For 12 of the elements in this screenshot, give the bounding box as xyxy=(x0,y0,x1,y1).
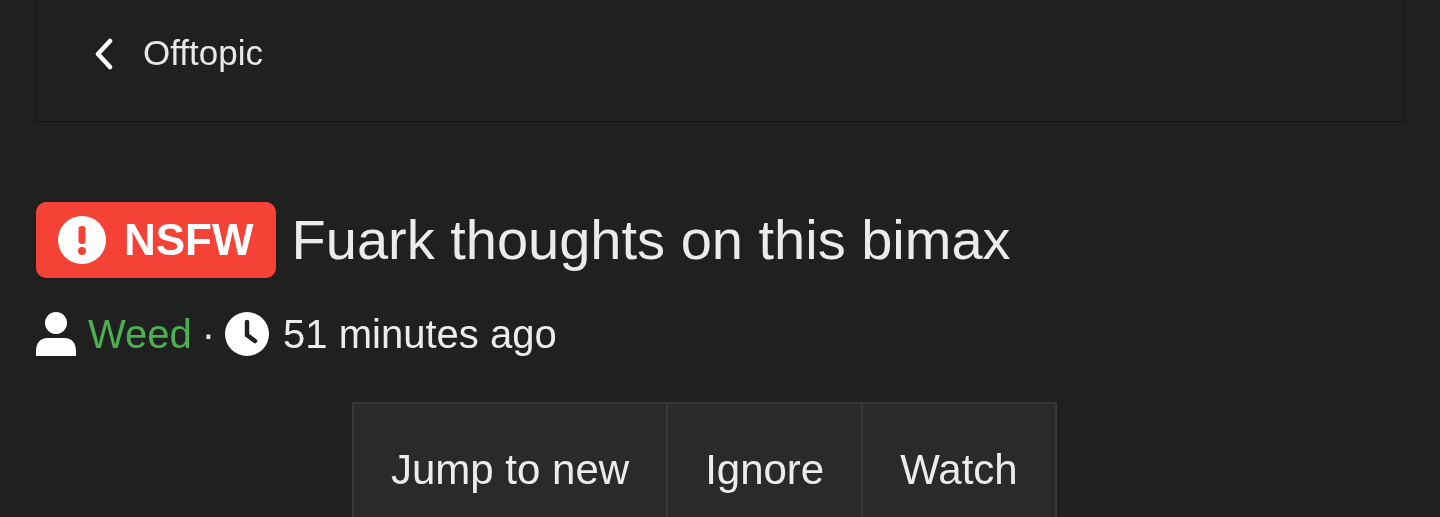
author-link[interactable]: Weed xyxy=(88,304,192,364)
exclamation-icon xyxy=(58,216,106,264)
back-link[interactable]: Offtopic xyxy=(93,27,263,80)
clock-icon xyxy=(225,312,270,356)
action-button[interactable]: Ignore xyxy=(666,402,862,517)
separator: · xyxy=(201,311,216,358)
action-button[interactable]: Jump to new xyxy=(352,402,667,517)
post-time: 51 minutes ago xyxy=(283,311,557,358)
nsfw-badge: NSFW xyxy=(36,202,276,278)
user-icon xyxy=(36,312,76,356)
action-button[interactable]: Watch xyxy=(861,402,1057,517)
back-chevron-icon xyxy=(93,37,115,70)
